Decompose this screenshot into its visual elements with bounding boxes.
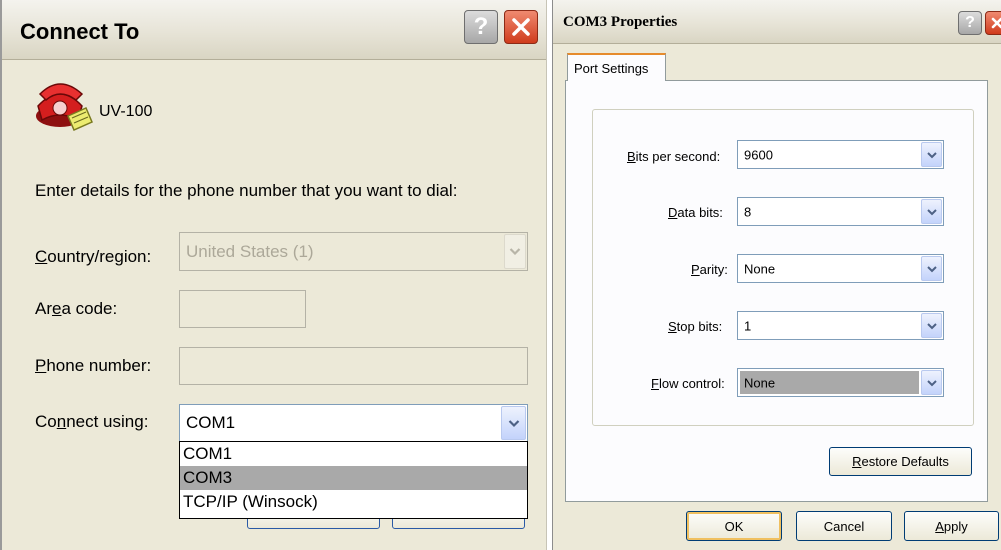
dropdown-option-tcpip[interactable]: TCP/IP (Winsock) bbox=[180, 490, 527, 514]
chevron-down-icon bbox=[926, 208, 937, 215]
parity-label: Parity: bbox=[691, 262, 728, 277]
bits-per-second-value: 9600 bbox=[744, 147, 773, 162]
dropdown-option-com1[interactable]: COM1 bbox=[180, 442, 527, 466]
close-button[interactable] bbox=[504, 10, 538, 44]
phone-icon bbox=[36, 83, 93, 131]
help-icon: ? bbox=[473, 13, 489, 40]
flow-control-value: None bbox=[744, 375, 776, 390]
close-button[interactable] bbox=[985, 11, 1001, 35]
parity-select[interactable]: None bbox=[737, 254, 944, 283]
apply-button[interactable]: Apply bbox=[904, 511, 999, 541]
chevron-down-icon bbox=[926, 265, 937, 272]
country-region-value: United States (1) bbox=[186, 241, 314, 261]
title-bar[interactable]: Connect To ? bbox=[2, 0, 546, 60]
help-icon: ? bbox=[965, 14, 975, 31]
chevron-down-icon bbox=[508, 419, 519, 427]
stop-bits-select[interactable]: 1 bbox=[737, 311, 944, 340]
connect-to-dialog: Connect To ? UV-100 Enter details for th… bbox=[0, 0, 547, 550]
stop-bits-label: Stop bits: bbox=[668, 319, 723, 334]
bits-per-second-label: Bits per second: bbox=[627, 149, 721, 164]
apply-label: Apply bbox=[935, 518, 968, 534]
area-code-label: Area code: bbox=[35, 299, 118, 318]
phone-number-label: Phone number: bbox=[35, 356, 152, 375]
flow-control-select[interactable]: None bbox=[737, 368, 944, 397]
stop-bits-value: 1 bbox=[744, 318, 752, 333]
country-region-select[interactable]: United States (1) bbox=[179, 232, 528, 271]
phone-number-input[interactable] bbox=[179, 347, 528, 385]
tab-port-settings[interactable]: Port Settings bbox=[567, 53, 666, 81]
dialog-title: Connect To bbox=[20, 19, 140, 44]
cancel-button[interactable]: Cancel bbox=[796, 511, 892, 541]
restore-defaults-label: Restore Defaults bbox=[852, 454, 949, 469]
instructions-text: Enter details for the phone number that … bbox=[35, 181, 458, 200]
chevron-down-icon bbox=[926, 379, 937, 386]
parity-dropdown-button[interactable] bbox=[921, 256, 942, 281]
area-code-input[interactable] bbox=[179, 290, 306, 328]
connect-using-select[interactable]: COM1 bbox=[179, 404, 528, 442]
parity-value: None bbox=[744, 261, 776, 276]
dropdown-option-com3[interactable]: COM3 bbox=[180, 466, 527, 490]
close-icon bbox=[991, 17, 1001, 29]
data-bits-select[interactable]: 8 bbox=[737, 197, 944, 226]
ok-button[interactable]: OK bbox=[686, 511, 782, 541]
connection-name: UV-100 bbox=[99, 103, 153, 120]
data-bits-value: 8 bbox=[744, 204, 752, 219]
flow-control-label: Flow control: bbox=[651, 376, 725, 391]
connect-using-value: COM1 bbox=[186, 413, 236, 432]
bits-dropdown-button[interactable] bbox=[921, 142, 942, 167]
country-region-label: Country/region: bbox=[35, 247, 152, 266]
data-bits-label: Data bits: bbox=[668, 205, 723, 220]
chevron-down-icon bbox=[509, 248, 521, 256]
data-bits-dropdown-button[interactable] bbox=[921, 199, 942, 224]
chevron-down-icon bbox=[926, 151, 937, 158]
chevron-down-icon bbox=[926, 322, 937, 329]
country-dropdown-button[interactable] bbox=[504, 234, 526, 269]
connect-using-dropdown-list: COM1 COM3 TCP/IP (Winsock) bbox=[179, 441, 528, 519]
flow-control-dropdown-button[interactable] bbox=[921, 370, 942, 395]
stop-bits-dropdown-button[interactable] bbox=[921, 313, 942, 338]
connect-using-dropdown-button[interactable] bbox=[501, 406, 526, 440]
bits-per-second-select[interactable]: 9600 bbox=[737, 140, 944, 169]
connect-using-label: Connect using: bbox=[35, 412, 149, 431]
title-bar[interactable]: COM3 Properties ? bbox=[553, 0, 1001, 44]
help-button[interactable]: ? bbox=[958, 11, 982, 35]
help-button[interactable]: ? bbox=[464, 10, 498, 44]
close-icon bbox=[512, 18, 530, 36]
restore-defaults-button[interactable]: Restore Defaults bbox=[829, 447, 972, 476]
dialog-title: COM3 Properties bbox=[563, 14, 678, 30]
